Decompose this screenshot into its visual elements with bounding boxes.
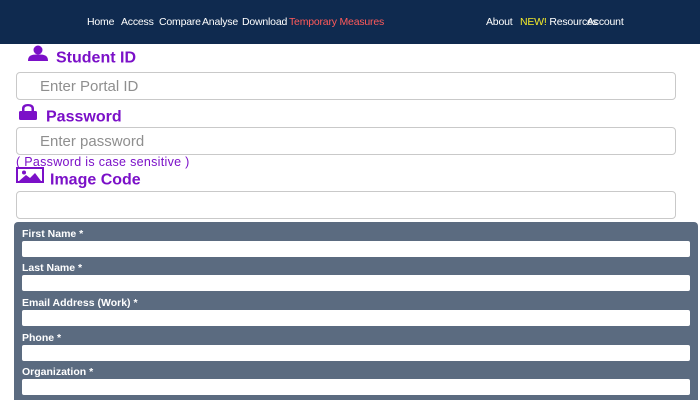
image-code-label-row: Image Code (16, 167, 141, 191)
password-input[interactable] (16, 127, 676, 155)
top-nav-bar: Home Access Compare Analyse Download Tem… (0, 0, 700, 44)
nav-download-link[interactable]: Download (242, 14, 287, 30)
organization-input[interactable] (22, 379, 690, 395)
image-code-input[interactable] (16, 191, 676, 219)
lock-icon (16, 104, 40, 127)
student-id-label-row: Student ID (26, 45, 136, 69)
phone-label: Phone * (22, 332, 62, 344)
nav-analyse-link[interactable]: Analyse (202, 14, 238, 30)
page: Home Access Compare Analyse Download Tem… (0, 0, 700, 400)
registration-form-panel: First Name * Last Name * Email Address (… (14, 222, 698, 400)
nav-account-link[interactable]: Account (587, 14, 624, 30)
password-label: Password (46, 108, 122, 126)
student-id-label: Student ID (56, 49, 136, 67)
phone-input[interactable] (22, 345, 690, 361)
password-label-row: Password (16, 104, 122, 128)
nav-temporary-measures-link[interactable]: Temporary Measures (289, 14, 384, 30)
last-name-label: Last Name * (22, 262, 83, 274)
new-badge: NEW! (520, 16, 547, 28)
nav-access-link[interactable]: Access (121, 14, 154, 30)
student-id-input[interactable] (16, 72, 676, 100)
nav-about-link[interactable]: About (486, 14, 513, 30)
image-icon (16, 167, 44, 190)
image-code-label: Image Code (50, 171, 141, 189)
email-label: Email Address (Work) * (22, 297, 138, 309)
nav-compare-link[interactable]: Compare (159, 14, 201, 30)
organization-label: Organization * (22, 366, 94, 378)
first-name-input[interactable] (22, 241, 690, 257)
email-input[interactable] (22, 310, 690, 326)
last-name-input[interactable] (22, 275, 690, 291)
nav-home-link[interactable]: Home (87, 14, 114, 30)
user-icon (26, 45, 50, 68)
first-name-label: First Name * (22, 228, 84, 240)
